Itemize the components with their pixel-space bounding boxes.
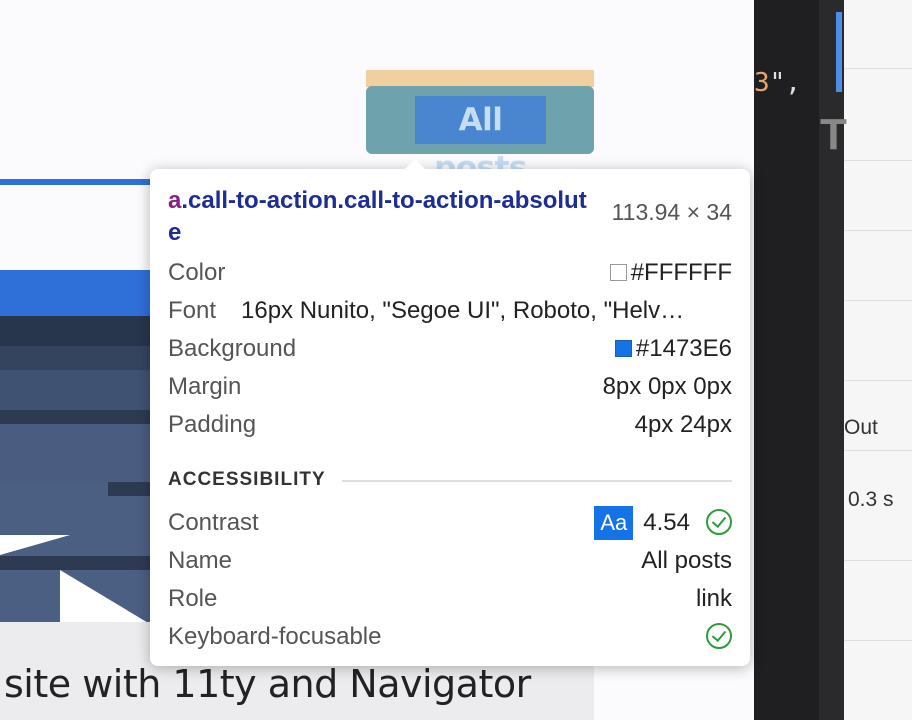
background-row: Background #1473E6 (168, 331, 732, 367)
role-label: Role (168, 585, 218, 612)
contrast-value-group: Aa 4.54 (594, 505, 732, 541)
color-hex: #FFFFFF (630, 259, 732, 286)
name-row: Name All posts (168, 543, 732, 579)
background-label: Background (168, 335, 297, 362)
padding-value: 4px 24px (634, 411, 732, 438)
animations-panel: Out 0.3 s (844, 0, 912, 720)
panel-letter: T (820, 110, 847, 159)
name-value: All posts (641, 547, 732, 574)
duration-value: 0.3 s (848, 488, 894, 511)
color-value: #FFFFFF (609, 255, 732, 291)
code-string-quote: ", (769, 68, 801, 98)
margin-label: Margin (168, 373, 242, 400)
accessibility-divider (342, 480, 732, 482)
font-value: 16px Nunito, "Segoe UI", Roboto, "Helv… (241, 297, 685, 324)
color-label: Color (168, 259, 226, 286)
margin-value: 8px 0px 0px (602, 373, 732, 400)
font-row: Font 16px Nunito, "Segoe UI", Roboto, "H… (168, 293, 732, 329)
keyboard-focusable-value (706, 619, 732, 655)
keyboard-focusable-label: Keyboard-focusable (168, 623, 382, 650)
role-row: Role link (168, 581, 732, 617)
selector-classes: .call-to-action.call-to-action-absolute (168, 187, 587, 246)
code-string: 3", (754, 68, 801, 98)
contrast-row: Contrast Aa 4.54 (168, 505, 732, 541)
selector-tag: a (168, 187, 182, 214)
padding-label: Padding (168, 411, 257, 438)
padding-row: Padding 4px 24px (168, 407, 732, 443)
code-string-value: 3 (754, 68, 770, 98)
background-hex: #1473E6 (635, 335, 732, 362)
code-editor-gutter (819, 0, 844, 720)
contrast-label: Contrast (168, 509, 259, 536)
role-value: link (695, 585, 732, 612)
header-accent-line (0, 179, 160, 185)
inspect-tooltip: a.call-to-action.call-to-action-absolute… (150, 159, 750, 666)
accessibility-heading: ACCESSIBILITY (168, 469, 326, 490)
easing-out-label: Out (844, 416, 878, 439)
keyboard-focusable-row: Keyboard-focusable (168, 619, 732, 655)
margin-row: Margin 8px 0px 0px (168, 369, 732, 405)
check-circle-icon (706, 623, 732, 649)
devtools-panel: 3", Out 0.3 s T (754, 0, 912, 720)
check-circle-icon (706, 509, 732, 535)
element-size: 113.94 × 34 (611, 199, 732, 225)
background-value: #1473E6 (614, 331, 732, 367)
margin-highlight (366, 70, 594, 87)
color-row: Color #FFFFFF (168, 255, 732, 291)
all-posts-link-text[interactable]: All posts (415, 96, 546, 186)
background-swatch-icon (614, 340, 632, 357)
editor-scroll-indicator[interactable] (836, 12, 842, 92)
name-label: Name (168, 547, 233, 574)
color-swatch-icon (609, 264, 627, 281)
contrast-ratio: 4.54 (643, 509, 690, 536)
font-label: Font (168, 297, 217, 324)
element-selector: a.call-to-action.call-to-action-absolute (168, 185, 588, 249)
contrast-sample-badge: Aa (594, 506, 634, 540)
post-caption: site with 11ty and Navigator (4, 662, 531, 706)
